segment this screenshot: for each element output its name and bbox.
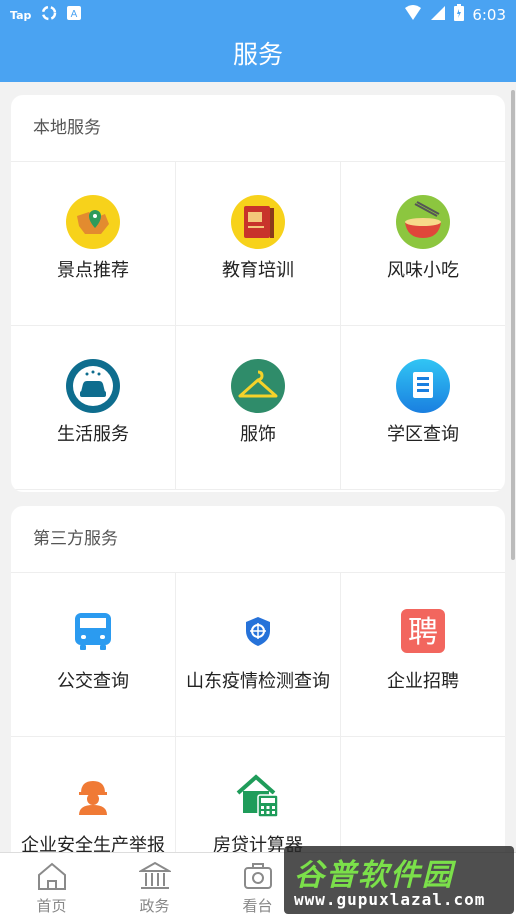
school-document-icon [395,358,451,414]
status-time: 6:03 [472,5,506,24]
service-item-education[interactable]: 教育培训 [176,162,341,326]
wifi-icon [404,4,422,25]
service-item-label: 服饰 [240,424,276,445]
service-item-label: 学区查询 [387,424,459,445]
a-badge-icon: A [67,6,82,24]
service-item-label: 风味小吃 [387,260,459,281]
third-party-services-title: 第三方服务 [11,506,505,573]
service-item-epidemic-test-query[interactable]: 山东疫情检测查询 [176,573,341,737]
app-bar: 服务 [0,26,516,82]
page-title: 服务 [232,40,283,69]
site-watermark: 谷普软件园 www.gupuxlazal.com [284,846,514,914]
signal-icon [430,5,446,25]
shield-icon [236,609,280,653]
svg-text:A: A [71,9,78,20]
service-item-life-services[interactable]: 生活服务 [11,326,176,490]
service-item-clothing[interactable]: 服饰 [176,326,341,490]
service-item-scenic-spots[interactable]: 景点推荐 [11,162,176,326]
map-pin-icon [65,194,121,250]
service-item-bus-query[interactable]: 公交查询 [11,573,176,737]
empty-cell [341,737,505,852]
sync-icon [41,5,57,25]
government-building-icon [136,861,173,891]
camera-icon [242,861,274,891]
house-calculator-icon [236,773,280,818]
service-item-recruitment[interactable]: 聘 企业招聘 [341,573,505,737]
battery-icon [454,4,465,25]
book-icon [230,194,286,250]
scrollbar[interactable] [511,90,515,560]
status-bar: Tap A 6:03 [0,0,516,26]
service-item-label: 企业招聘 [387,671,459,692]
safety-helmet-icon [71,773,115,817]
tap-indicator: Tap [10,8,32,22]
tab-government[interactable]: 政务 [103,853,206,919]
tab-label: 首页 [36,897,67,915]
watermark-brand: 谷普软件园 [294,858,454,893]
service-item-label: 山东疫情检测查询 [186,671,330,692]
service-item-label: 生活服务 [57,424,129,445]
third-party-services-card: 第三方服务 公交查询 山东疫情检测查询 聘 企业招聘 企业安全生产举报 房贷计算… [11,506,505,852]
tab-label: 政务 [139,897,170,915]
service-item-snacks[interactable]: 风味小吃 [341,162,505,326]
local-services-title: 本地服务 [11,95,505,162]
service-item-safety-report[interactable]: 企业安全生产举报 [11,737,176,852]
service-item-label: 企业安全生产举报 [21,835,165,852]
bus-icon [71,609,115,653]
watermark-url: www.gupuxlazal.com [294,890,486,909]
svg-text:聘: 聘 [408,615,438,650]
clothes-hanger-icon [230,358,286,414]
car-wash-icon [65,358,121,414]
tab-home[interactable]: 首页 [0,853,103,919]
service-scroll-area[interactable]: 本地服务 景点推荐 教育培训 风味小吃 生活服务 服饰 学区查询 第三方服务 公… [0,82,516,852]
local-services-card: 本地服务 景点推荐 教育培训 风味小吃 生活服务 服饰 学区查询 [11,95,505,492]
service-item-label: 教育培训 [222,260,294,281]
home-icon [36,861,68,891]
service-item-label: 公交查询 [57,671,129,692]
noodle-bowl-icon [395,194,451,250]
service-item-label: 景点推荐 [57,260,129,281]
service-item-school-district[interactable]: 学区查询 [341,326,505,490]
recruit-icon: 聘 [401,609,445,653]
service-item-mortgage-calculator[interactable]: 房贷计算器 [176,737,341,852]
